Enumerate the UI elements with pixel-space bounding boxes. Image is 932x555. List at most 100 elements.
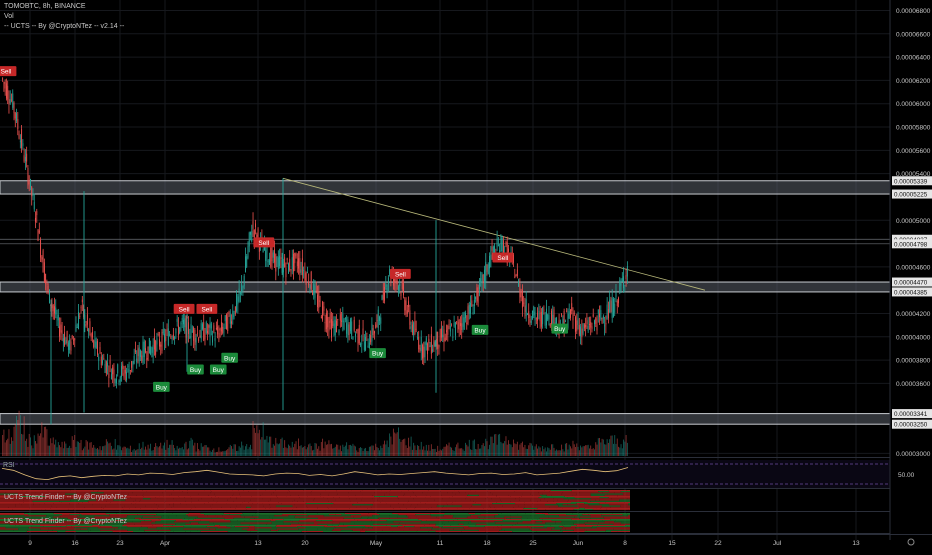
volume-bar [512,447,513,456]
price-chart[interactable]: SellBuySellBuySellBuyBuySellBuySellBuySe… [0,0,932,550]
trend-cell [226,503,252,504]
trend-cell [159,519,182,520]
trend-cell [231,521,258,522]
candle-body [20,141,21,143]
trend-cell [255,526,276,527]
trend-cell [399,498,414,499]
volume-bar [517,442,518,456]
trend-cell [433,527,442,528]
trend-cell [484,519,505,520]
volume-bar [20,415,21,456]
volume-bar [538,446,539,456]
trend-cell [439,526,443,527]
candle-body [466,323,467,324]
signal-label: Buy [474,327,486,334]
trend-cell [44,503,53,504]
volume-bar [514,443,515,456]
candle-body [192,332,193,333]
symbol-line[interactable]: TOMOBTC, 8h, BINANCE [4,2,124,12]
volume-bar [393,429,394,456]
trend-finder-label-1[interactable]: UCTS Trend Finder -- By @CryptoNTez [4,494,127,501]
trend-cell [495,523,518,524]
trend-cell [357,498,373,499]
trend-cell [157,531,174,532]
trend-cell [0,531,27,532]
volume-bar [430,451,431,456]
trend-cell [373,524,398,525]
volume-bar [57,447,58,456]
signal-sell: Sell [253,237,274,247]
trend-cell [575,497,600,498]
volume-bar [91,442,92,456]
volume-bar [619,448,620,456]
candle-body [363,329,364,335]
volume-bar [378,448,379,456]
trend-finder-label-2[interactable]: UCTS Trend Finder -- By @CryptoNTez [4,518,127,525]
candle-body [91,334,92,338]
trend-cell [577,494,591,495]
indicator-line[interactable]: -- UCTS -- By @CryptoNTez -- v2.14 -- [4,22,124,32]
candle-body [407,310,408,313]
trend-cell [380,501,409,502]
volume-bar [10,444,11,456]
volume-bar [148,445,149,456]
volume-bar [239,446,240,456]
candle-body [92,332,93,338]
candle-body [444,329,445,342]
trend-cell [151,520,161,521]
trend-cell [502,501,511,502]
volume-bar [370,446,371,456]
candle-body [44,262,45,282]
candle-body [586,320,587,324]
trend-cell [251,507,271,508]
volume-bar [216,452,217,456]
trend-cell [133,531,145,532]
trend-cell [195,506,210,507]
candle-body [522,291,523,308]
volume-bar [220,452,221,456]
trend-cell [399,523,427,524]
volume-bar [287,448,288,456]
candle-body [36,211,37,215]
volume-bar [218,447,219,456]
candle-body [316,290,317,291]
trend-cell [12,509,41,510]
candle-body [154,337,155,350]
trend-cell [275,520,290,521]
trend-cell [323,531,336,532]
candle-body [218,333,219,339]
volume-bar [507,445,508,456]
volume-bar [268,442,269,456]
vol-label[interactable]: Vol [4,12,124,22]
chart-root[interactable]: SellBuySellBuySellBuyBuySellBuySellBuySe… [0,0,932,550]
trend-cell [504,519,521,520]
candle-body [474,300,475,306]
trend-cell [174,506,178,507]
trend-cell [163,525,172,526]
trend-cell [317,524,343,525]
trend-cell [593,509,606,510]
candle-body [399,284,400,286]
trend-cell [233,518,254,519]
candle-body [121,366,122,377]
trend-cell [276,496,286,497]
rsi-label[interactable]: RSI [3,462,15,469]
candle-body [387,288,388,294]
candle-body [356,330,357,331]
candle-body [58,315,59,320]
trend-cell [122,507,135,508]
candle-body [73,340,74,341]
trend-cell [270,507,296,508]
trend-cell [621,524,630,525]
trend-cell [210,506,236,507]
trend-cell [294,504,307,505]
trend-cell [532,530,561,531]
trend-cell [407,508,414,509]
volume-bar [213,448,214,456]
volume-bar [169,445,170,456]
candle-body [45,274,46,284]
volume-bar [111,446,112,456]
trend-cell [443,526,469,527]
volume-bar [127,448,128,456]
candle-body [160,345,161,347]
